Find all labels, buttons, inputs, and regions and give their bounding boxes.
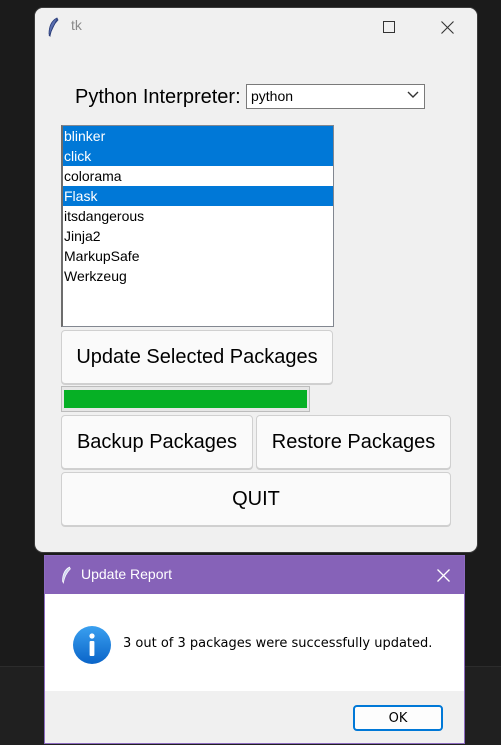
dialog-title-bar: Update Report xyxy=(45,556,464,594)
window-title: tk xyxy=(71,17,82,33)
chevron-down-icon xyxy=(407,91,419,98)
maximize-icon xyxy=(383,21,395,33)
list-item[interactable]: MarkupSafe xyxy=(63,246,333,266)
feather-icon xyxy=(48,17,59,37)
list-item[interactable]: Jinja2 xyxy=(63,226,333,246)
main-window: tk Python Interpreter: python blinker cl… xyxy=(35,8,477,552)
title-bar: tk xyxy=(35,8,477,46)
list-item[interactable]: itsdangerous xyxy=(63,206,333,226)
feather-icon xyxy=(62,566,71,584)
close-icon xyxy=(440,20,454,34)
update-report-dialog: Update Report 3 out of 3 packages were s… xyxy=(44,555,465,744)
quit-button[interactable]: QUIT xyxy=(61,472,451,526)
interpreter-select[interactable]: python xyxy=(246,84,425,109)
restore-button[interactable]: Restore Packages xyxy=(256,415,451,469)
list-item[interactable]: click xyxy=(63,146,333,166)
progress-fill xyxy=(64,390,307,408)
close-icon xyxy=(436,568,450,582)
dialog-message: 3 out of 3 packages were successfully up… xyxy=(123,636,433,651)
backup-button[interactable]: Backup Packages xyxy=(61,415,253,469)
list-item[interactable]: blinker xyxy=(63,126,333,146)
dialog-body: 3 out of 3 packages were successfully up… xyxy=(45,594,464,691)
package-listbox[interactable]: blinker click colorama Flask itsdangerou… xyxy=(61,125,334,327)
maximize-button[interactable] xyxy=(366,8,412,46)
dialog-title: Update Report xyxy=(81,566,173,582)
dialog-close-button[interactable] xyxy=(421,556,465,594)
progress-bar xyxy=(61,386,310,412)
close-button[interactable] xyxy=(424,8,470,46)
ok-button[interactable]: OK xyxy=(353,705,443,731)
info-icon xyxy=(73,626,111,664)
list-item[interactable]: Flask xyxy=(63,186,333,206)
list-item[interactable]: colorama xyxy=(63,166,333,186)
list-item[interactable]: Werkzeug xyxy=(63,266,333,286)
update-selected-button[interactable]: Update Selected Packages xyxy=(61,330,333,384)
interpreter-value: python xyxy=(251,88,294,104)
interpreter-label: Python Interpreter: xyxy=(75,86,241,108)
